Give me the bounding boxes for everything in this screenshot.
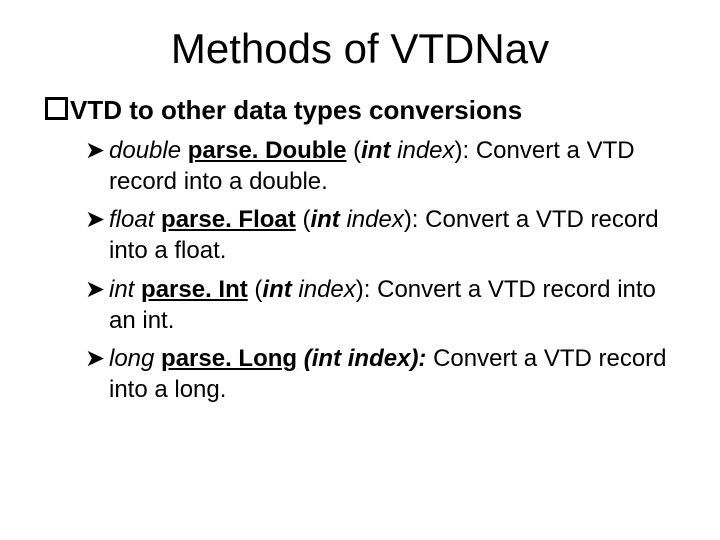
return-type: int xyxy=(109,276,134,303)
slide-title: Methods of VTDNav xyxy=(45,25,675,73)
param-name: index xyxy=(298,276,355,303)
param-name: index xyxy=(348,345,411,372)
return-type: double xyxy=(109,137,181,164)
method-name: parse. Double xyxy=(188,137,347,164)
method-name: parse. Int xyxy=(141,276,248,303)
method-name: parse. Float xyxy=(161,206,296,233)
item-list: ➤ double parse. Double (int index): Conv… xyxy=(85,136,675,406)
arrow-bullet-icon: ➤ xyxy=(85,205,105,236)
return-type: long xyxy=(109,345,154,372)
slide: Methods of VTDNav VTD to other data type… xyxy=(0,0,720,540)
param-type: int xyxy=(361,137,390,164)
param-type: int xyxy=(262,276,291,303)
return-type: float xyxy=(109,206,154,233)
section-heading-text: VTD to other data types conversions xyxy=(70,95,522,125)
param-type: int xyxy=(312,345,341,372)
list-item: ➤ long parse. Long (int index): Convert … xyxy=(85,344,675,405)
arrow-bullet-icon: ➤ xyxy=(85,275,105,306)
list-item: ➤ double parse. Double (int index): Conv… xyxy=(85,136,675,197)
param-type: int xyxy=(310,206,339,233)
param-name: index xyxy=(397,137,454,164)
list-item: ➤ float parse. Float (int index): Conver… xyxy=(85,205,675,266)
arrow-bullet-icon: ➤ xyxy=(85,136,105,167)
arrow-bullet-icon: ➤ xyxy=(85,344,105,375)
square-bullet-icon xyxy=(45,97,68,120)
section-heading: VTD to other data types conversions xyxy=(45,95,675,126)
method-name: parse. Long xyxy=(161,345,297,372)
param-name: index xyxy=(346,206,403,233)
list-item: ➤ int parse. Int (int index): Convert a … xyxy=(85,275,675,336)
